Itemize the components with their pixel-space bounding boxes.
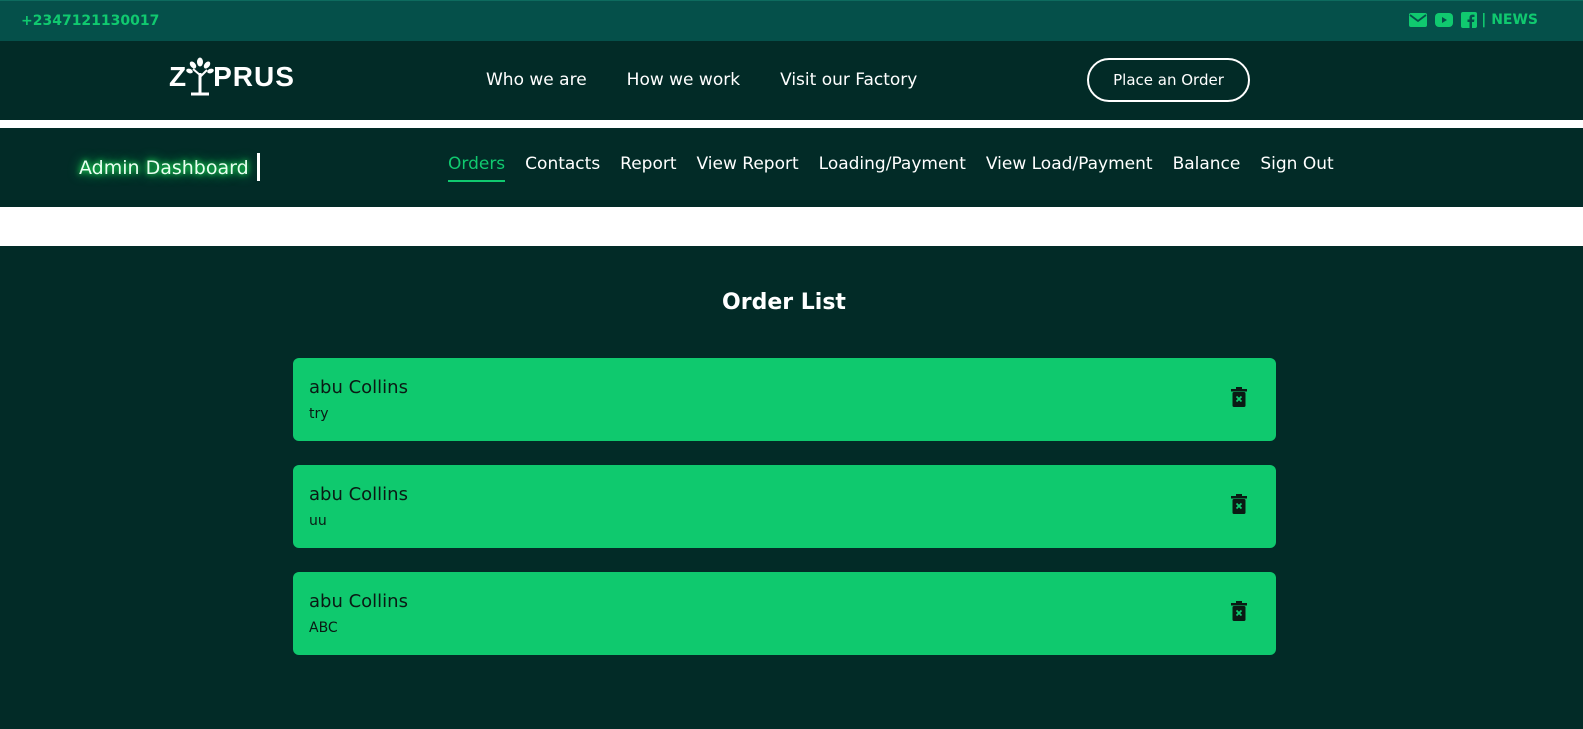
nav-visit-factory[interactable]: Visit our Factory [780,70,917,90]
order-list-section: Order List abu Collins try abu Collins u… [0,246,1583,729]
order-note: try [309,406,329,422]
admin-tab-loading-payment[interactable]: Loading/Payment [819,154,966,182]
admin-tab-view-report[interactable]: View Report [697,154,799,182]
nav-how-we-work[interactable]: How we work [627,70,740,90]
order-customer-name: abu Collins [309,377,408,398]
admin-tab-report[interactable]: Report [620,154,676,182]
trash-icon[interactable] [1231,601,1247,621]
tree-logo-icon [185,57,215,97]
order-list-title: Order List [722,290,846,315]
nav-who-we-are[interactable]: Who we are [486,70,587,90]
primary-nav: Who we are How we work Visit our Factory [486,70,917,90]
admin-tab-view-load-payment[interactable]: View Load/Payment [986,154,1153,182]
main-navbar: Z PRUS Who we are How we work Visit our … [0,41,1583,120]
brand-logo[interactable]: Z PRUS [169,57,295,97]
youtube-icon[interactable] [1435,13,1454,27]
admin-tab-sign-out[interactable]: Sign Out [1260,154,1333,182]
order-note: ABC [309,620,338,636]
spacer-band [0,207,1583,246]
order-note: uu [309,513,327,529]
facebook-icon[interactable] [1461,12,1478,28]
order-customer-name: abu Collins [309,591,408,612]
admin-tab-balance[interactable]: Balance [1173,154,1241,182]
trash-icon[interactable] [1231,387,1247,407]
order-card: abu Collins try [293,358,1276,441]
separator [0,120,1583,128]
logo-text-right: PRUS [213,61,295,92]
order-customer-name: abu Collins [309,484,408,505]
order-card: abu Collins ABC [293,572,1276,655]
admin-dashboard-title: Admin Dashboard [79,157,249,179]
title-divider [257,153,260,181]
place-order-button[interactable]: Place an Order [1087,58,1250,102]
phone-number[interactable]: +2347121130017 [21,13,159,29]
admin-nav: Orders Contacts Report View Report Loadi… [448,154,1334,182]
envelope-icon[interactable] [1409,13,1428,27]
admin-tab-contacts[interactable]: Contacts [525,154,600,182]
social-links: | NEWS [1409,12,1538,28]
top-contact-bar: +2347121130017 | NEWS [0,0,1583,41]
news-link[interactable]: | NEWS [1481,12,1538,28]
order-card: abu Collins uu [293,465,1276,548]
admin-tab-orders[interactable]: Orders [448,154,506,182]
trash-icon[interactable] [1231,494,1247,514]
admin-navbar: Admin Dashboard Orders Contacts Report V… [0,128,1583,207]
